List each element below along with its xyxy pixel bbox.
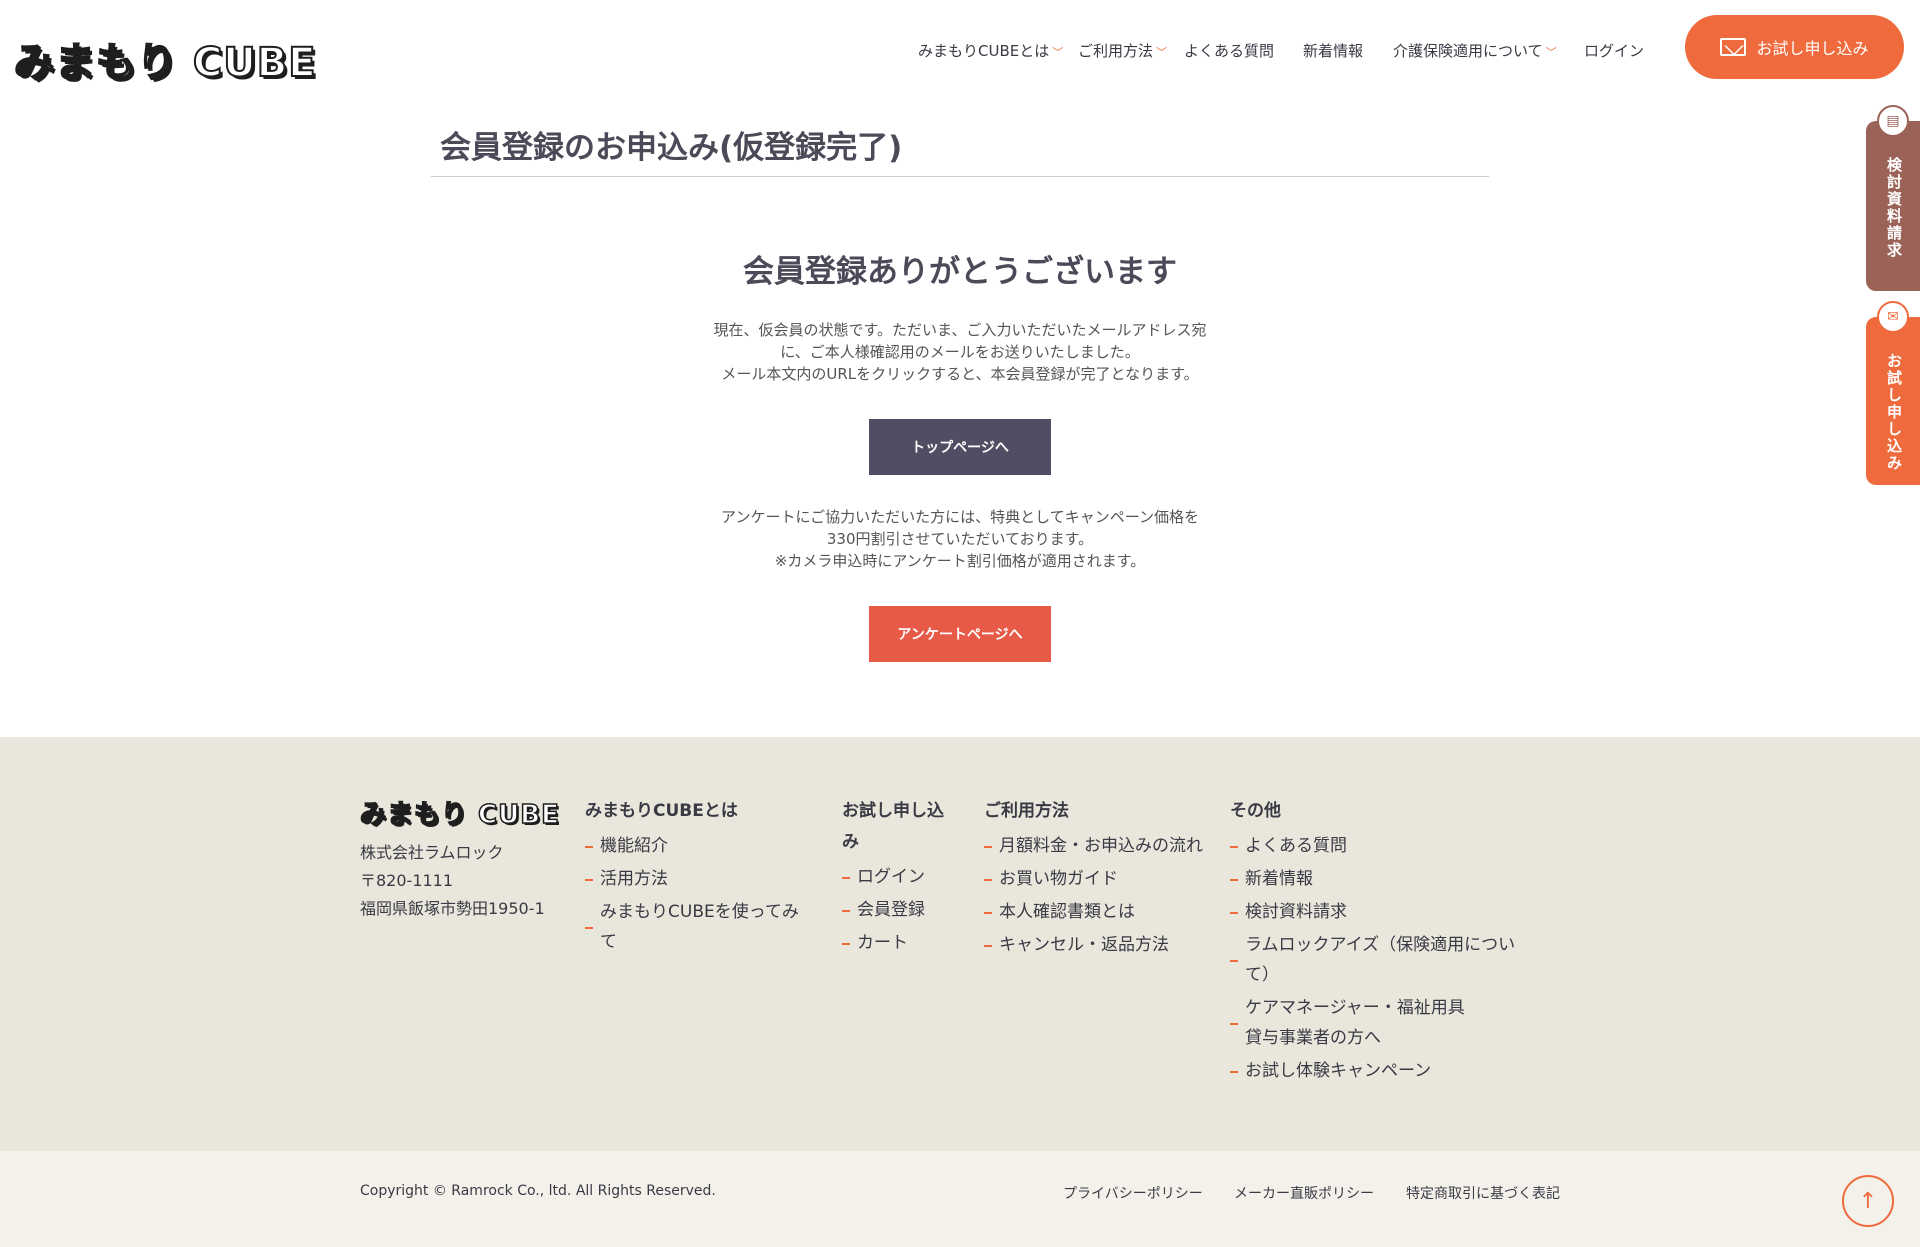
nav-item-insurance[interactable]: 介護保険適用について ﹀ bbox=[1393, 40, 1557, 61]
page-title: 会員登録のお申込み(仮登録完了) bbox=[440, 130, 903, 166]
thanks-heading: 会員登録ありがとうございます bbox=[743, 254, 1177, 290]
footer-link[interactable]: 検討資料請求 bbox=[1230, 897, 1540, 927]
survey-page-button[interactable]: アンケートページへ bbox=[869, 606, 1051, 662]
footer-link[interactable]: 会員登録 bbox=[842, 895, 960, 925]
company-address: 株式会社ラムロック 〒820-1111 福岡県飯塚市勢田1950-1 bbox=[360, 843, 545, 918]
footer-col-other: その他 よくある質問 新着情報 検討資料請求 ラムロックアイズ（保険適用について… bbox=[1230, 796, 1540, 1089]
document-icon: ▤ bbox=[1877, 105, 1909, 137]
nav-item-faq[interactable]: よくある質問 bbox=[1184, 40, 1274, 61]
nav-item-login[interactable]: ログイン bbox=[1584, 40, 1644, 61]
site-footer: みまもり CUBE 株式会社ラムロック 〒820-1111 福岡県飯塚市勢田19… bbox=[0, 737, 1920, 1151]
footer-link[interactable]: みまもりCUBEを使ってみて bbox=[585, 897, 815, 957]
footer-col-trial: お試し申し込み ログイン 会員登録 カート bbox=[842, 796, 960, 961]
footer-link[interactable]: 本人確認書類とは bbox=[984, 897, 1206, 927]
site-header: みまもり CUBE みまもりCUBEとは ﹀ ご利用方法 ﹀ よくある質問 新着情報… bbox=[0, 0, 1920, 100]
footer-link[interactable]: 新着情報 bbox=[1230, 864, 1540, 894]
footer-link[interactable]: ケアマネージャー・福祉用具貸与事業者の方へ bbox=[1230, 993, 1470, 1053]
side-tab-trial[interactable]: ✉ お試し申し込み bbox=[1866, 301, 1920, 485]
footer-bottom-bar: Copyright © Ramrock Co., ltd. All Rights… bbox=[0, 1151, 1920, 1247]
nav-item-about[interactable]: みまもりCUBEとは ﹀ bbox=[918, 40, 1063, 61]
envelope-icon: ✉ bbox=[1877, 301, 1909, 333]
chevron-down-icon: ﹀ bbox=[1545, 46, 1557, 59]
commerce-law-link[interactable]: 特定商取引に基づく表記 bbox=[1406, 1183, 1560, 1203]
envelope-icon bbox=[1720, 38, 1747, 56]
arrow-up-icon: ↑ bbox=[1858, 1188, 1878, 1214]
back-to-top-button[interactable]: ↑ bbox=[1842, 1175, 1894, 1227]
footer-link[interactable]: 活用方法 bbox=[585, 864, 815, 894]
chevron-down-icon: ﹀ bbox=[1156, 46, 1168, 59]
trial-apply-button[interactable]: お試し申し込み bbox=[1685, 15, 1904, 79]
site-logo[interactable]: みまもり CUBE bbox=[13, 30, 317, 88]
footer-link[interactable]: キャンセル・返品方法 bbox=[984, 930, 1206, 960]
footer-link[interactable]: よくある質問 bbox=[1230, 831, 1540, 861]
footer-link[interactable]: ログイン bbox=[842, 862, 960, 892]
registration-message: 現在、仮会員の状態です。ただいま、ご入力いただいたメールアドレス宛 に、ご本人様… bbox=[713, 321, 1207, 383]
copyright: Copyright © Ramrock Co., ltd. All Rights… bbox=[360, 1183, 716, 1199]
chevron-down-icon: ﹀ bbox=[1052, 46, 1064, 59]
top-page-button[interactable]: トップページへ bbox=[869, 419, 1051, 475]
footer-col-usage: ご利用方法 月額料金・お申込みの流れ お買い物ガイド 本人確認書類とは キャンセ… bbox=[984, 796, 1206, 963]
footer-link[interactable]: カート bbox=[842, 928, 960, 958]
survey-message: アンケートにご協力いただいた方には、特典としてキャンペーン価格を 330円割引さ… bbox=[721, 508, 1199, 570]
footer-link[interactable]: ラムロックアイズ（保険適用について） bbox=[1230, 930, 1540, 990]
nav-item-news[interactable]: 新着情報 bbox=[1303, 40, 1363, 61]
privacy-policy-link[interactable]: プライバシーポリシー bbox=[1063, 1183, 1203, 1203]
footer-logo[interactable]: みまもり CUBE bbox=[359, 794, 560, 831]
footer-link[interactable]: お買い物ガイド bbox=[984, 864, 1206, 894]
nav-item-usage[interactable]: ご利用方法 ﹀ bbox=[1078, 40, 1167, 61]
title-divider bbox=[431, 176, 1489, 177]
footer-col-about: みまもりCUBEとは 機能紹介 活用方法 みまもりCUBEを使ってみて bbox=[585, 796, 815, 960]
direct-sales-policy-link[interactable]: メーカー直販ポリシー bbox=[1234, 1183, 1374, 1203]
footer-link[interactable]: 機能紹介 bbox=[585, 831, 815, 861]
footer-link[interactable]: 月額料金・お申込みの流れ bbox=[984, 831, 1206, 861]
footer-link[interactable]: お試し体験キャンペーン bbox=[1230, 1056, 1540, 1086]
